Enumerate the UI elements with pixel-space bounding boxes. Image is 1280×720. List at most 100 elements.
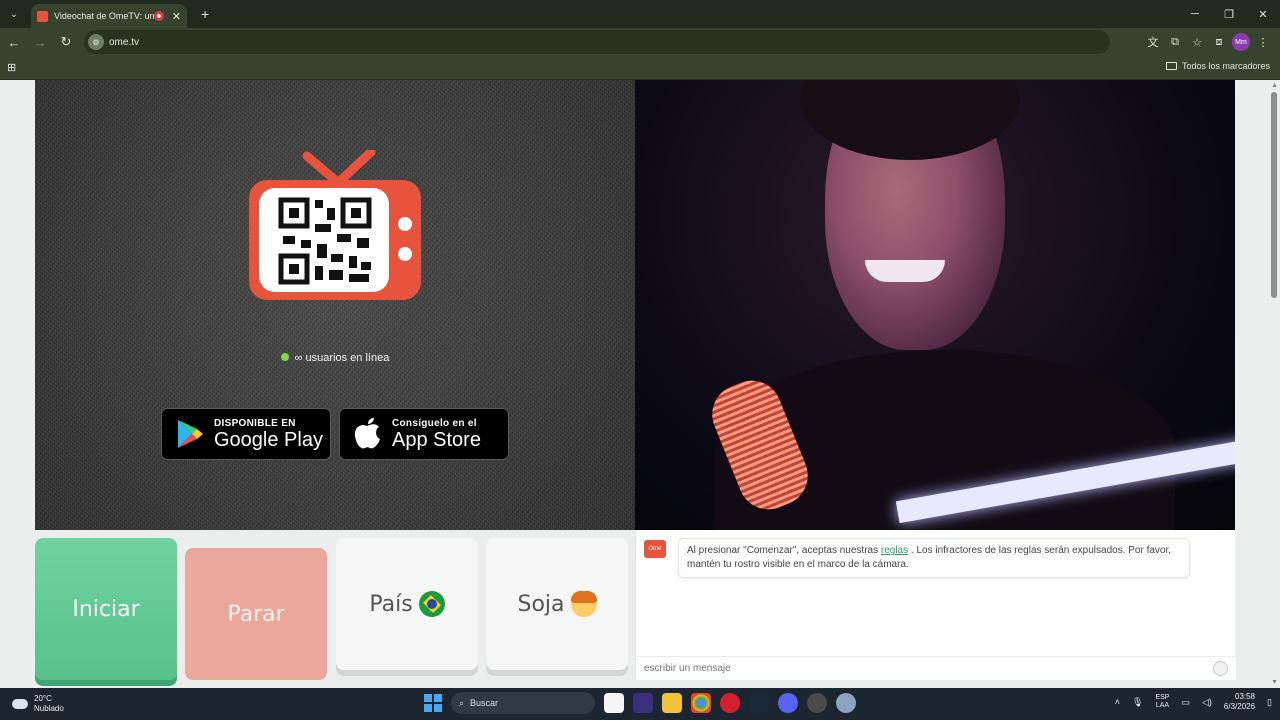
app-icon[interactable] — [633, 693, 653, 713]
start-menu-icon[interactable] — [424, 694, 442, 712]
app-store-button[interactable]: Consíguelo en el App Store — [339, 408, 509, 460]
stop-button[interactable]: Parar — [185, 548, 327, 680]
microphone-icon[interactable]: 🎙 — [1132, 697, 1143, 708]
emoji-picker-icon[interactable] — [1213, 661, 1228, 676]
tab-title: Videochat de OmeTV: uno — [54, 11, 154, 21]
tab-search-button[interactable]: ⌄ — [3, 3, 25, 25]
taskbar: 20°C Nublado ⌕ Buscar ˄ 🎙 ESP LAA ▭ ◁) 0… — [0, 688, 1280, 720]
weather-widget[interactable]: 20°C Nublado — [12, 694, 64, 713]
task-view-icon[interactable] — [604, 693, 624, 713]
cloud-icon — [12, 698, 28, 709]
app-store-big-text: App Store — [392, 428, 481, 451]
address-bar[interactable]: ⚙ ome.tv — [84, 30, 1110, 54]
brazil-flag-icon — [418, 591, 445, 617]
ometv-page: ∞ usuarios en línea DISPONIBLE EN Google… — [0, 80, 1280, 688]
boy-emoji-icon — [570, 591, 597, 617]
scroll-down-icon[interactable]: ▼ — [1271, 679, 1278, 686]
recording-indicator-icon — [153, 11, 164, 21]
google-play-small-text: DISPONIBLE EN — [214, 417, 296, 429]
close-tab-icon[interactable]: ✕ — [172, 10, 181, 23]
translate-icon[interactable]: 文 — [1144, 33, 1162, 51]
online-dot-icon — [280, 353, 289, 361]
country-label: País — [369, 591, 413, 617]
window-controls: ─ ❐ ✕ — [1178, 0, 1280, 28]
scroll-thumb[interactable] — [1271, 92, 1277, 298]
rules-link[interactable]: reglas — [881, 545, 908, 556]
chrome-icon[interactable] — [691, 693, 711, 713]
clock[interactable]: 03:58 6/3/2026 — [1224, 692, 1255, 713]
ometv-qr-tv-logo — [249, 150, 421, 300]
minimize-button[interactable]: ─ — [1178, 0, 1212, 28]
lang-top: ESP — [1155, 694, 1170, 701]
google-play-icon — [178, 420, 203, 448]
message-text-before: Al presionar "Comenzar", aceptas nuestra… — [687, 545, 879, 556]
stop-label: Parar — [227, 601, 285, 627]
tab-bar: ⌄ Videochat de OmeTV: uno ✕ + ─ ❐ ✕ — [0, 0, 1280, 28]
lang-bottom: LAA — [1155, 702, 1170, 710]
all-bookmarks-button[interactable]: Todos los marcadores — [1165, 61, 1270, 71]
install-app-icon[interactable]: ⧉ — [1166, 33, 1184, 51]
forward-button[interactable]: → — [28, 30, 52, 54]
system-tray: ˄ 🎙 ESP LAA ▭ ◁) 03:58 6/3/2026 ▯ — [1115, 692, 1272, 713]
gender-button[interactable]: Soja — [486, 538, 628, 670]
clock-time: 03:58 — [1235, 692, 1256, 701]
steam-icon[interactable] — [749, 693, 769, 713]
search-label: Buscar — [470, 698, 499, 708]
toolbar-actions: 文 ⧉ ☆ ⧈ Mm ⋮ — [1144, 28, 1272, 56]
all-bookmarks-label: Todos los marcadores — [1181, 61, 1270, 71]
extensions-icon[interactable]: ⧈ — [1210, 33, 1228, 51]
page-scrollbar[interactable]: ▲ ▼ — [1268, 80, 1280, 688]
google-play-button[interactable]: DISPONIBLE EN Google Play — [161, 408, 331, 460]
start-label: Iniciar — [72, 596, 140, 622]
chat-input-bar — [636, 656, 1236, 680]
new-tab-button[interactable]: + — [201, 6, 209, 22]
network-icon[interactable]: ▭ — [1181, 697, 1190, 708]
online-users-text: ∞ usuarios en línea — [294, 352, 390, 364]
bookmarks-bar: ⊞ Todos los marcadores — [0, 56, 1280, 80]
language-indicator[interactable]: ESP LAA — [1155, 694, 1169, 711]
system-message: Al presionar "Comenzar", aceptas nuestra… — [678, 538, 1190, 578]
partner-video-panel — [635, 80, 1235, 530]
app-store-small-text: Consíguelo en el — [392, 417, 477, 429]
online-users-status: ∞ usuarios en línea — [35, 352, 635, 364]
volume-icon[interactable]: ◁) — [1202, 697, 1212, 708]
browser-tab[interactable]: Videochat de OmeTV: uno ✕ — [31, 4, 187, 28]
partner-smile — [865, 260, 945, 282]
ometv-chat-logo: Ome TV — [644, 540, 666, 570]
scroll-up-icon[interactable]: ▲ — [1271, 82, 1278, 89]
chat-panel: Ome TV Al presionar "Comenzar", aceptas … — [635, 530, 1236, 680]
profile-avatar[interactable]: Mm — [1232, 33, 1250, 51]
restore-button[interactable]: ❐ — [1212, 0, 1246, 28]
ometv-favicon-icon — [37, 10, 48, 22]
bookmark-star-icon[interactable]: ☆ — [1188, 33, 1206, 51]
weather-text: Nublado — [34, 703, 64, 713]
obs-icon[interactable] — [807, 693, 827, 713]
file-explorer-icon[interactable] — [662, 693, 682, 713]
gender-label: Soja — [517, 591, 565, 617]
url-text: ome.tv — [109, 36, 140, 48]
tray-overflow-icon[interactable]: ˄ — [1115, 697, 1120, 707]
message-input[interactable] — [636, 657, 1196, 679]
menu-icon[interactable]: ⋮ — [1254, 33, 1272, 51]
close-window-button[interactable]: ✕ — [1246, 0, 1280, 28]
country-button[interactable]: País — [336, 538, 478, 670]
reload-button[interactable]: ↻ — [54, 30, 78, 54]
apps-grid-icon[interactable]: ⊞ — [7, 61, 16, 74]
site-info-icon[interactable]: ⚙ — [88, 34, 104, 50]
browser-toolbar: ← → ↻ ⚙ ome.tv 文 ⧉ ☆ ⧈ Mm ⋮ — [0, 28, 1280, 56]
search-icon: ⌕ — [459, 697, 465, 708]
taskbar-apps: ⌕ Buscar — [424, 692, 856, 714]
opera-icon[interactable] — [720, 693, 740, 713]
clock-date: 6/3/2026 — [1223, 702, 1256, 712]
taskbar-search[interactable]: ⌕ Buscar — [451, 692, 595, 714]
google-play-big-text: Google Play — [214, 428, 323, 451]
self-video-panel: ∞ usuarios en línea DISPONIBLE EN Google… — [35, 80, 635, 530]
temperature-text: 20°C — [34, 694, 52, 703]
folder-icon — [1165, 62, 1177, 70]
apple-icon — [354, 418, 380, 449]
back-button[interactable]: ← — [2, 30, 26, 54]
discord-icon[interactable] — [778, 693, 798, 713]
settings-icon[interactable] — [836, 693, 856, 713]
notifications-icon[interactable]: ▯ — [1267, 697, 1272, 708]
start-button[interactable]: Iniciar — [35, 538, 177, 680]
